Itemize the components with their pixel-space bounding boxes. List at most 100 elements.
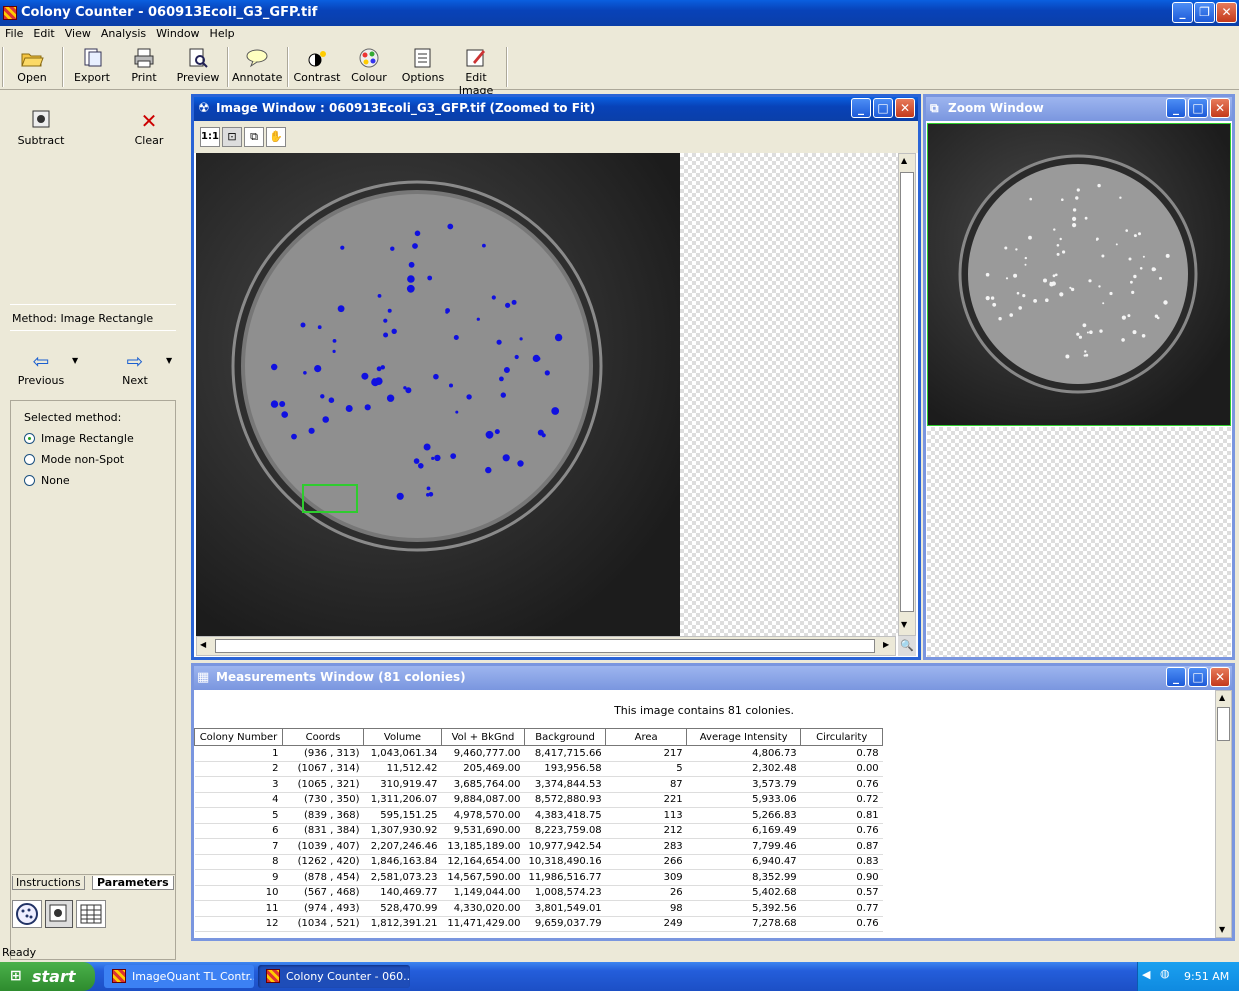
colony-marker[interactable] [271,363,278,371]
zoom-window-maximize-button[interactable]: □ [1188,98,1208,118]
column-header[interactable]: Average Intensity [686,728,802,746]
table-row[interactable]: 3 (1065 , 321) 310,919.47 3,685,764.00 3,374… [194,776,883,793]
colony-marker[interactable] [383,318,388,323]
zoom-window-title-bar[interactable]: ⧉ Zoom Window _ □ ✕ [926,97,1232,121]
clear-button[interactable]: ✕ Clear [124,108,174,147]
next-button[interactable]: ⇨ Next [110,348,160,387]
image-window-minimize-button[interactable]: _ [851,98,871,118]
table-row[interactable]: 4 (730 , 350) 1,311,206.07 9,884,087.00 8,57… [194,792,883,808]
colony-marker[interactable] [554,333,563,342]
colony-marker[interactable] [511,299,517,305]
menu-analysis[interactable]: Analysis [96,26,151,40]
colony-marker[interactable] [485,430,494,439]
close-button[interactable]: ✕ [1216,2,1237,23]
scroll-down-icon[interactable]: ▼ [1219,925,1225,934]
minimize-button[interactable]: _ [1172,2,1193,23]
colony-marker[interactable] [377,294,382,298]
colony-marker[interactable] [476,317,480,321]
restore-button[interactable]: ❐ [1194,2,1215,23]
colony-marker[interactable] [426,486,431,491]
colony-marker[interactable] [412,243,418,249]
image-view-button[interactable] [45,900,73,928]
colony-marker[interactable] [551,407,560,415]
colony-marker[interactable] [541,433,546,438]
colony-marker[interactable] [447,223,454,230]
colony-marker[interactable] [364,404,371,411]
radio-none[interactable]: None [24,474,175,487]
colony-marker[interactable] [328,397,335,403]
colony-marker[interactable] [427,275,433,281]
column-header[interactable]: Volume [363,728,442,746]
colony-marker[interactable] [322,416,329,423]
scroll-up-icon[interactable]: ▲ [901,156,907,165]
table-row[interactable]: 7 (1039 , 407) 2,207,246.46 13,185,189.00 10… [194,838,883,855]
radio-button[interactable] [24,475,35,486]
image-window-close-button[interactable]: ✕ [895,98,915,118]
colony-marker[interactable] [406,284,415,293]
colony-marker[interactable] [453,335,459,340]
colony-marker[interactable] [433,373,439,380]
colony-marker[interactable] [503,367,510,373]
measurements-title-bar[interactable]: ▦ Measurements Window (81 colonies) _ □ … [194,666,1232,690]
colony-marker[interactable] [408,261,415,268]
zoom-1to1-button[interactable]: 1:1 [200,127,220,147]
colony-marker[interactable] [418,463,424,469]
taskbar-item-imagequant[interactable]: ImageQuant TL Contr... [104,965,254,988]
colony-marker[interactable] [340,245,345,250]
colony-marker[interactable] [466,394,472,400]
colony-marker[interactable] [387,308,392,313]
colony-marker[interactable] [383,332,389,338]
measurements-close-button[interactable]: ✕ [1210,667,1230,687]
next-dropdown-icon[interactable]: ▼ [166,356,172,365]
measurements-minimize-button[interactable]: _ [1166,667,1186,687]
colony-marker[interactable] [376,366,382,372]
annotate-button[interactable]: Annotate [232,47,282,87]
colony-marker[interactable] [502,454,510,462]
colony-marker[interactable] [499,376,504,382]
network-icon[interactable]: ◍ [1160,967,1170,980]
colony-marker[interactable] [414,230,421,237]
zoom-preview[interactable] [927,123,1231,426]
scroll-left-icon[interactable]: ◀ [200,640,206,649]
table-row[interactable]: 8 (1262 , 420) 1,846,163.84 12,164,654.00 10… [194,854,883,870]
radio-image-rectangle[interactable]: Image Rectangle [24,432,175,445]
colony-marker[interactable] [391,328,397,334]
zoom-fit-icon[interactable]: ⊡ [222,127,242,147]
colony-marker[interactable] [485,466,492,474]
previous-dropdown-icon[interactable]: ▼ [72,356,78,365]
colony-marker[interactable] [445,308,450,313]
options-button[interactable]: Options [400,47,446,87]
tray-arrow-icon[interactable]: ◀ [1142,968,1150,981]
colony-marker[interactable] [386,394,395,402]
table-view-button[interactable] [76,900,106,928]
menu-help[interactable]: Help [205,26,240,40]
radio-button-checked[interactable] [24,433,35,444]
colony-marker[interactable] [496,339,502,345]
colony-marker[interactable] [431,456,435,460]
colony-marker[interactable] [320,394,325,399]
colony-marker[interactable] [308,427,315,434]
scroll-thumb[interactable] [900,172,914,612]
colony-marker[interactable] [423,443,431,451]
table-row[interactable]: 6 (831 , 384) 1,307,930.92 9,531,690.00 8,22… [194,823,883,839]
colony-marker[interactable] [517,460,524,467]
colony-marker[interactable] [300,322,306,328]
app-title-bar[interactable]: Colony Counter - 060913Ecoli_G3_GFP.tif … [0,0,1239,26]
column-header[interactable]: Background [523,728,607,746]
colony-marker[interactable] [434,454,441,462]
colony-marker[interactable] [491,295,496,300]
colony-marker[interactable] [514,354,519,360]
colony-marker[interactable] [314,365,322,373]
column-header[interactable]: Coords [282,728,364,746]
colony-marker[interactable] [505,302,511,308]
colony-marker[interactable] [270,400,279,408]
image-window-title-bar[interactable]: ☢ Image Window : 060913Ecoli_G3_GFP.tif … [194,97,918,121]
colony-view-button[interactable] [12,900,42,928]
zoom-window-close-button[interactable]: ✕ [1210,98,1230,118]
magnifier-icon[interactable]: 🔍 [898,636,916,656]
colony-marker[interactable] [303,371,307,375]
vertical-scrollbar[interactable]: ▲ ▼ [898,153,916,636]
table-row[interactable]: 12 (1034 , 521) 1,812,391.21 11,471,429.00 9… [194,916,883,932]
export-button[interactable]: Export [70,47,114,87]
colony-marker[interactable] [449,383,453,388]
